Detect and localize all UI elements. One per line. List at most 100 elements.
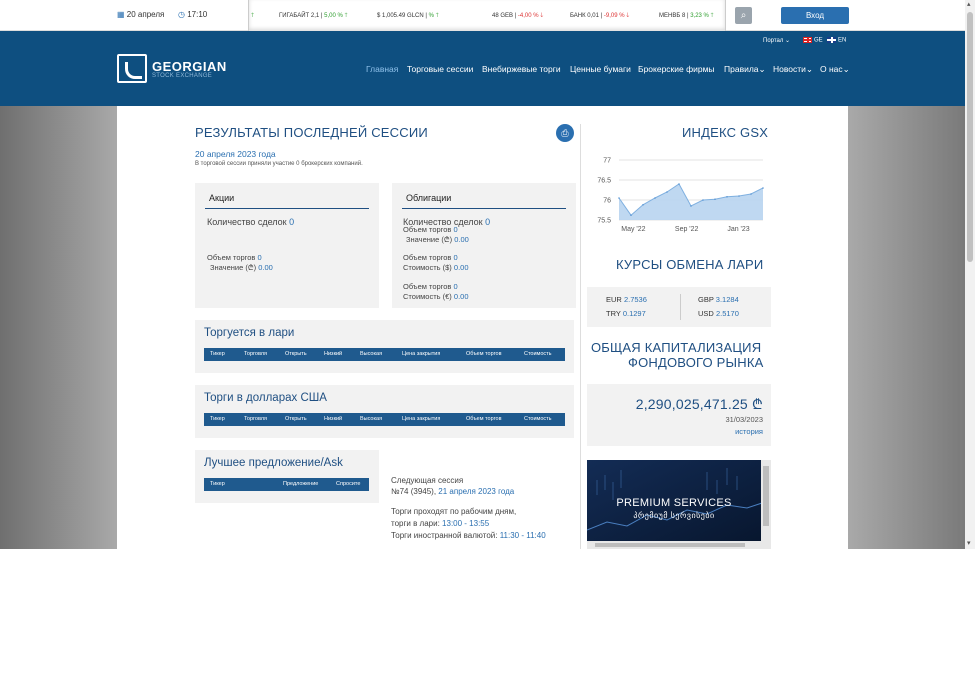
ask-table-header: Тикер Предложение Спросите — [204, 478, 369, 491]
x-tick-label: Sep '22 — [675, 226, 699, 233]
ticker-item[interactable]: $ 1,005.49 GLCN | % 🡑 — [377, 11, 439, 21]
site-header: GEORGIAN STOCK EXCHANGE Портал ⌄ GE EN Г… — [0, 31, 965, 106]
next-date: 21 апреля 2023 года — [438, 487, 515, 496]
chevron-down-icon: ⌄ — [805, 64, 814, 74]
volume-label: Объем торгов — [207, 253, 256, 262]
lang-en-link[interactable]: EN — [827, 37, 846, 44]
currency-code: USD — [698, 309, 714, 318]
schedule-fx: Торги иностранной валютой: 11:30 - 11:40 — [391, 531, 546, 540]
top-bar: ▦ 20 апреля ◷ 17:10 🡑 ГИГАБАЙТ 2,1 | 5,0… — [0, 0, 965, 31]
search-button[interactable]: ⌕ — [735, 7, 752, 24]
stock-ticker[interactable]: 🡑 ГИГАБАЙТ 2,1 | 5,00 % 🡑 $ 1,005.49 GLC… — [248, 0, 726, 31]
printer-icon: ⎙ — [561, 128, 569, 138]
schedule-gel: торги в лари: 13:00 - 13:55 — [391, 519, 489, 528]
premium-services-banner[interactable]: PREMIUM SERVICES პრემიუმ სერვისები — [587, 460, 771, 549]
value-label: Значение (₾) — [406, 235, 453, 244]
rates-title: КУРСЫ ОБМЕНА ЛАРИ — [616, 257, 764, 272]
date-text: 20 апреля — [126, 10, 165, 19]
nav-about[interactable]: О нас⌄ — [820, 64, 850, 75]
nav-otc-trading[interactable]: Внебиржевые торги — [482, 64, 561, 74]
data-point — [702, 199, 704, 201]
col-offer[interactable]: Предложение — [283, 481, 318, 487]
ticker-name: $ 1,005.49 GLCN | — [377, 13, 427, 19]
page-viewport: ▦ 20 апреля ◷ 17:10 🡑 ГИГАБАЙТ 2,1 | 5,0… — [0, 0, 965, 549]
nav-home[interactable]: Главная — [366, 64, 398, 74]
col-open[interactable]: Открыть — [285, 351, 307, 357]
data-point — [750, 193, 752, 195]
col-close[interactable]: Цена закрытия — [402, 416, 440, 422]
nav-news[interactable]: Новости⌄ — [773, 64, 813, 75]
y-tick-label: 76.5 — [597, 178, 611, 185]
nav-rules[interactable]: Правила⌄ — [724, 64, 766, 75]
data-point — [762, 187, 764, 189]
bonds-value-eur: Стоимость (€) 0.00 — [403, 292, 469, 301]
ticker-name: БАНК 0,01 | — [570, 13, 603, 19]
col-volume[interactable]: Объем торгов — [466, 351, 502, 357]
currency-rate: 2.5170 — [715, 309, 739, 318]
lang-en-label: EN — [838, 37, 847, 44]
currency-code: GBP — [698, 295, 714, 304]
gsx-chart[interactable]: 77 76.5 76 75.5 May '22 Sep '22 Jan '23 — [587, 150, 771, 236]
col-high[interactable]: Высокая — [360, 351, 382, 357]
clock-icon: ◷ — [178, 10, 185, 19]
col-low[interactable]: Низкий — [324, 351, 342, 357]
chevron-down-icon: ⌄ — [758, 64, 766, 74]
deals-label: Количество сделок — [207, 217, 287, 227]
col-value[interactable]: Стоимость — [524, 351, 552, 357]
y-tick-label: 75.5 — [597, 218, 611, 225]
ticker-item[interactable]: ГИГАБАЙТ 2,1 | 5,00 % 🡑 — [279, 11, 348, 21]
scroll-up-icon[interactable]: ▴ — [967, 1, 971, 9]
scrollbar-thumb[interactable] — [967, 12, 973, 262]
currency-rate: 2.7536 — [623, 295, 647, 304]
col-open[interactable]: Открыть — [285, 416, 307, 422]
bonds-value-usd: Стоимость ($) 0.00 — [403, 263, 469, 272]
ticker-change: 5,00 % — [324, 13, 343, 19]
volume-value: 0 — [453, 253, 458, 262]
nav-brokerage-firms[interactable]: Брокерские фирмы — [638, 64, 715, 74]
cap-title-line2: ФОНДОВОГО РЫНКА — [628, 355, 764, 370]
nav-trading-sessions[interactable]: Торговые сессии — [407, 64, 473, 74]
col-trade[interactable]: Торговля — [244, 351, 267, 357]
ticker-change: % — [428, 13, 434, 19]
time-display: ◷ 17:10 — [178, 10, 207, 19]
col-volume[interactable]: Объем торгов — [466, 416, 502, 422]
data-point — [642, 204, 644, 206]
col-ticker[interactable]: Тикер — [210, 481, 225, 487]
y-tick-label: 77 — [603, 158, 611, 165]
cap-date: 31/03/2023 — [725, 415, 763, 424]
ticker-item[interactable]: БАНК 0,01 | -9,09 % 🡓 — [570, 11, 629, 21]
ticker-item[interactable]: МЕНВБ 8 | 3,23 % 🡑 — [659, 11, 714, 21]
col-value[interactable]: Стоимость — [524, 416, 552, 422]
schedule-gel-label: торги в лари: — [391, 519, 440, 528]
nav-securities[interactable]: Ценные бумаги — [570, 64, 631, 74]
col-ticker[interactable]: Тикер — [210, 416, 225, 422]
logo-title: GEORGIAN — [152, 59, 227, 74]
col-low[interactable]: Низкий — [324, 416, 342, 422]
col-ticker[interactable]: Тикер — [210, 351, 225, 357]
print-button[interactable]: ⎙ — [556, 124, 574, 142]
col-ask[interactable]: Спросите — [336, 481, 360, 487]
x-tick-label: May '22 — [621, 226, 645, 233]
col-close[interactable]: Цена закрытия — [402, 351, 440, 357]
data-point — [678, 183, 680, 185]
login-button[interactable]: Вход — [781, 7, 849, 24]
value-value: 0.00 — [453, 263, 469, 272]
schedule-fx-time: 11:30 - 11:40 — [499, 531, 546, 540]
banner-title: PREMIUM SERVICES — [616, 497, 732, 509]
scroll-down-icon[interactable]: ▾ — [967, 540, 971, 548]
cap-history-link[interactable]: история — [735, 427, 763, 436]
portal-dropdown[interactable]: Портал ⌄ — [763, 37, 790, 44]
col-trade[interactable]: Торговля — [244, 416, 267, 422]
georgia-flag-icon — [803, 37, 812, 43]
next-session-label: Следующая сессия — [391, 476, 464, 485]
col-high[interactable]: Высокая — [360, 416, 382, 422]
lang-ge-link[interactable]: GE — [803, 37, 823, 44]
bonds-volume-usd: Объем торгов 0 — [403, 253, 458, 262]
page-scrollbar[interactable]: ▴ ▾ — [965, 0, 975, 549]
main-content: РЕЗУЛЬТАТЫ ПОСЛЕДНЕЙ СЕССИИ ⎙ 20 апреля … — [117, 106, 848, 549]
bonds-volume: Объем торгов 0 — [403, 225, 458, 234]
session-note: В торговой сессии приняли участие 0 брок… — [195, 161, 363, 167]
capitalization-box: 2,290,025,471.25 ₾ 31/03/2023 история — [587, 384, 771, 446]
value-value: 0.00 — [258, 263, 273, 272]
ticker-item[interactable]: 48 GEB | -4,00 % 🡓 — [492, 11, 543, 21]
